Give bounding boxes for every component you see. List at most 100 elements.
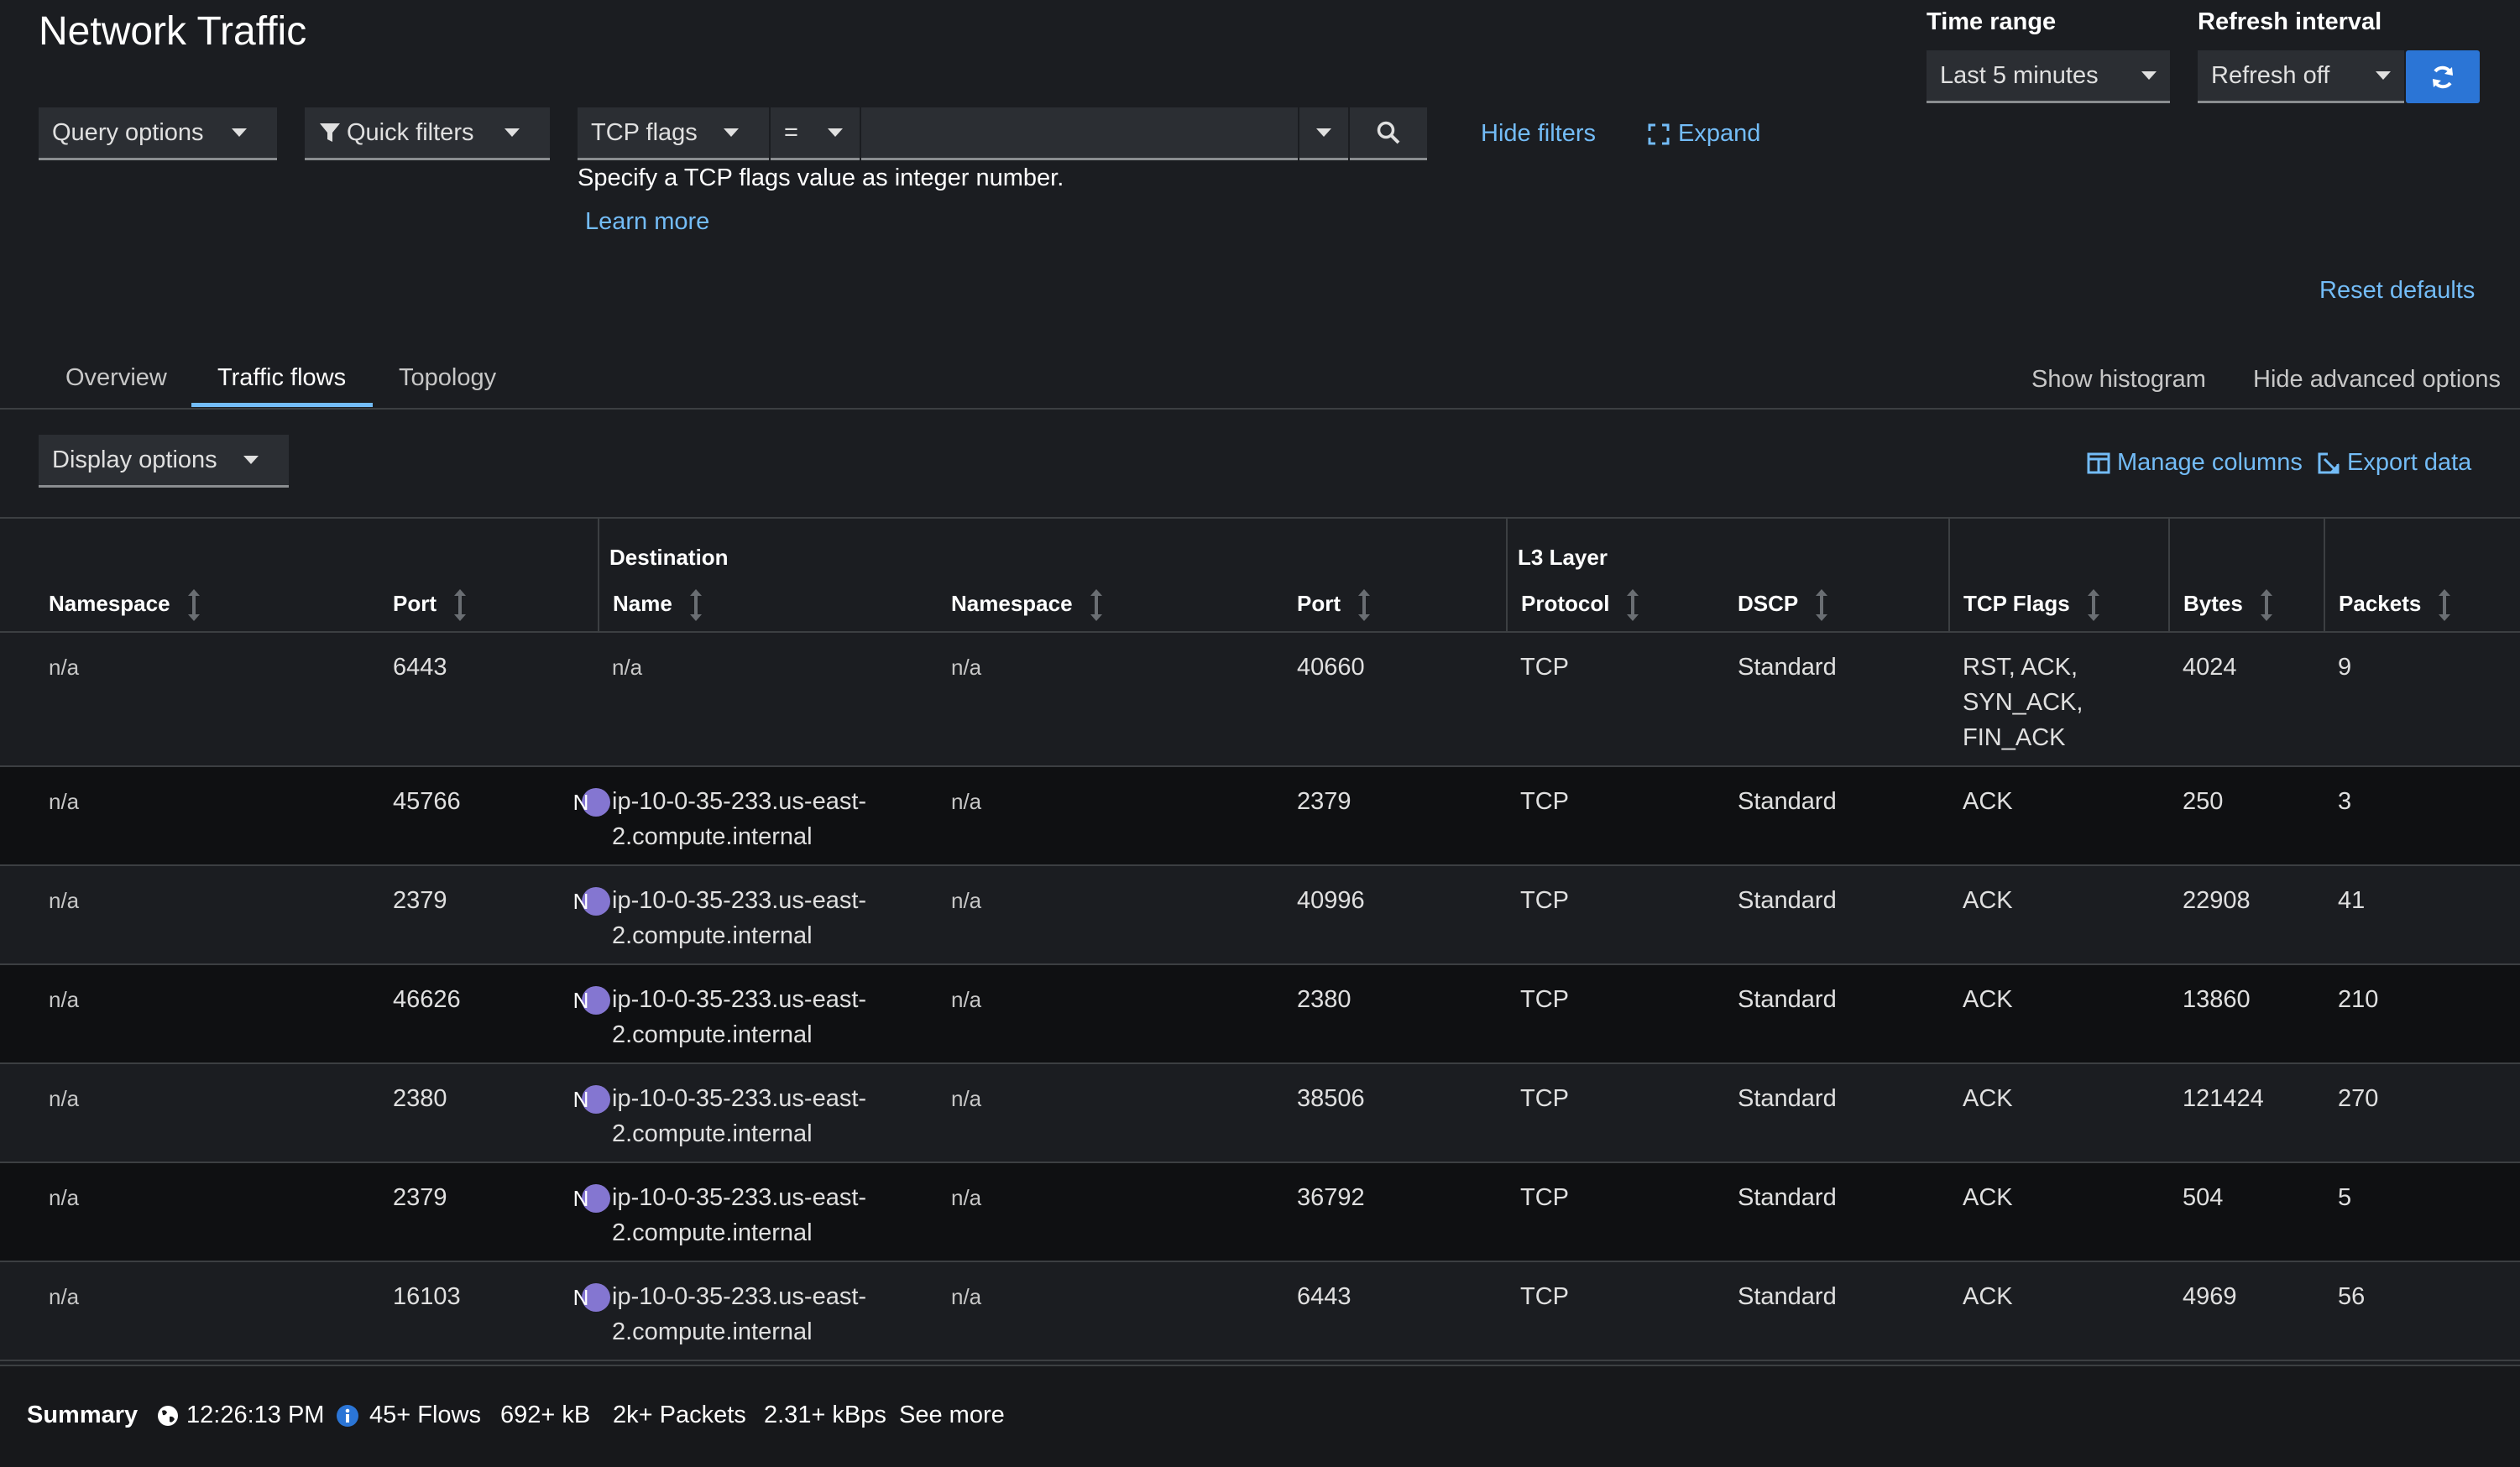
source-namespace-cell: n/a <box>0 964 383 1064</box>
quick-filters-dropdown[interactable]: Quick filters <box>305 107 550 160</box>
destination-namespace-cell: n/a <box>941 964 1287 1064</box>
chevron-down-icon <box>505 128 520 137</box>
destination-port-cell: 2379 <box>1287 766 1507 866</box>
packets-cell: 9 <box>2324 632 2520 767</box>
hide-filters-link[interactable]: Hide filters <box>1481 120 1596 148</box>
table-row[interactable]: n/a 2379 Nip-10-0-35-233.us-east-2.compute… <box>0 1162 2520 1262</box>
table-row[interactable]: n/a 2379 Nip-10-0-35-233.us-east-2.compute… <box>0 865 2520 965</box>
sort-icon[interactable] <box>2260 588 2272 621</box>
sort-icon[interactable] <box>187 588 200 621</box>
filter-value-input[interactable] <box>861 107 1298 160</box>
column-header[interactable]: Port <box>1287 576 1507 633</box>
column-header[interactable]: Namespace <box>941 576 1287 633</box>
refresh-interval-label: Refresh interval <box>2198 8 2382 35</box>
chevron-down-icon <box>2141 71 2157 80</box>
table-row[interactable]: n/a 6443 n/a n/a 40660 TCP Standard RST, ACK, S… <box>0 632 2520 767</box>
destination-name-cell: n/a <box>599 632 941 767</box>
tcp-flags-cell: ACK <box>1949 865 2170 965</box>
destination-namespace-cell: n/a <box>941 632 1287 767</box>
node-name-link[interactable]: ip-10-0-35-233.us-east-2.compute.interna… <box>612 1184 866 1246</box>
node-name-link[interactable]: ip-10-0-35-233.us-east-2.compute.interna… <box>612 1283 866 1345</box>
node-badge-icon: N <box>573 1085 610 1115</box>
packets-cell: 270 <box>2324 1063 2520 1163</box>
dscp-cell: Standard <box>1728 632 1950 767</box>
bytes-cell: 4969 <box>2169 1261 2325 1361</box>
export-data-button[interactable]: Export data <box>2317 449 2471 477</box>
traffic-flows-table: Destination L3 Layer Namespace Port Name… <box>0 517 2520 1361</box>
table-row[interactable]: n/a 2380 Nip-10-0-35-233.us-east-2.compute… <box>0 1063 2520 1163</box>
chevron-down-icon <box>724 128 739 137</box>
packets-cell: 41 <box>2324 865 2520 965</box>
filter-operator-select[interactable]: = <box>771 107 860 160</box>
column-header[interactable]: TCP Flags <box>1948 576 2170 633</box>
filter-icon <box>320 123 340 142</box>
summary-size: 692+ kB <box>500 1402 591 1428</box>
column-header[interactable]: Protocol <box>1506 576 1728 633</box>
protocol-cell: TCP <box>1507 1162 1728 1262</box>
display-options-dropdown[interactable]: Display options <box>39 435 289 488</box>
reset-defaults-link[interactable]: Reset defaults <box>2319 277 2475 305</box>
node-name-link[interactable]: ip-10-0-35-233.us-east-2.compute.interna… <box>612 986 866 1048</box>
refresh-button[interactable] <box>2406 50 2480 103</box>
tcp-flags-cell: ACK <box>1949 1261 2170 1361</box>
source-namespace-cell: n/a <box>0 1261 383 1361</box>
node-name-link[interactable]: ip-10-0-35-233.us-east-2.compute.interna… <box>612 887 866 949</box>
column-header[interactable]: Port <box>383 576 599 633</box>
sort-icon[interactable] <box>1358 588 1370 621</box>
destination-name-cell: Nip-10-0-35-233.us-east-2.compute.intern… <box>573 1063 941 1163</box>
destination-namespace-cell: n/a <box>941 766 1287 866</box>
chevron-down-icon <box>828 128 843 137</box>
tab-traffic-flows[interactable]: Traffic flows <box>217 364 346 392</box>
tcp-flags-cell: ACK <box>1949 964 2170 1064</box>
packets-cell: 210 <box>2324 964 2520 1064</box>
show-histogram-link[interactable]: Show histogram <box>2031 366 2206 394</box>
column-header[interactable]: Bytes <box>2168 576 2325 633</box>
search-button[interactable] <box>1350 107 1427 160</box>
filter-value-toggle[interactable] <box>1299 107 1348 160</box>
expand-button[interactable]: Expand <box>1648 120 1760 148</box>
destination-port-cell: 38506 <box>1287 1063 1507 1163</box>
time-range-select[interactable]: Last 5 minutes <box>1927 50 2170 103</box>
bytes-cell: 250 <box>2169 766 2325 866</box>
node-name-link[interactable]: ip-10-0-35-233.us-east-2.compute.interna… <box>612 788 866 850</box>
manage-columns-button[interactable]: Manage columns <box>2087 449 2303 477</box>
tab-overview[interactable]: Overview <box>65 364 167 392</box>
sort-icon[interactable] <box>2439 588 2451 621</box>
info-icon <box>337 1404 358 1427</box>
node-name-link[interactable]: ip-10-0-35-233.us-east-2.compute.interna… <box>612 1085 866 1147</box>
destination-port-cell: 2380 <box>1287 964 1507 1064</box>
query-options-dropdown[interactable]: Query options <box>39 107 277 160</box>
table-row[interactable]: n/a 46626 Nip-10-0-35-233.us-east-2.comput… <box>0 964 2520 1064</box>
sort-icon[interactable] <box>1627 588 1639 621</box>
packets-cell: 56 <box>2324 1261 2520 1361</box>
sort-icon[interactable] <box>2087 588 2099 621</box>
column-header[interactable]: DSCP <box>1728 576 1950 633</box>
table-row[interactable]: n/a 45766 Nip-10-0-35-233.us-east-2.comput… <box>0 766 2520 866</box>
hide-advanced-options-link[interactable]: Hide advanced options <box>2253 366 2501 394</box>
column-header[interactable]: Packets <box>2324 576 2520 633</box>
tcp-flags-cell: RST, ACK, SYN_ACK, FIN_ACK <box>1949 632 2170 767</box>
destination-port-cell: 40996 <box>1287 865 1507 965</box>
protocol-cell: TCP <box>1507 632 1728 767</box>
summary-packets: 2k+ Packets <box>613 1402 746 1428</box>
destination-name-cell: Nip-10-0-35-233.us-east-2.compute.intern… <box>573 865 941 965</box>
refresh-interval-select[interactable]: Refresh off <box>2198 50 2404 103</box>
sort-icon[interactable] <box>1816 588 1828 621</box>
sort-icon[interactable] <box>454 588 466 621</box>
packets-cell: 5 <box>2324 1162 2520 1262</box>
table-row[interactable]: n/a 16103 Nip-10-0-35-233.us-east-2.comput… <box>0 1261 2520 1361</box>
node-badge-icon: N <box>573 788 610 817</box>
sort-icon[interactable] <box>689 588 702 621</box>
sort-icon[interactable] <box>1090 588 1102 621</box>
see-more-link[interactable]: See more <box>899 1402 1005 1429</box>
filter-field-select[interactable]: TCP flags <box>578 107 769 160</box>
column-header[interactable]: Name <box>598 576 941 633</box>
column-header[interactable]: Namespace <box>0 576 383 633</box>
tcp-flags-cell: ACK <box>1949 766 2170 866</box>
source-port-cell: 2379 <box>383 865 599 965</box>
learn-more-link[interactable]: Learn more <box>585 208 709 236</box>
tab-topology[interactable]: Topology <box>399 364 496 392</box>
refresh-icon <box>2433 65 2453 88</box>
active-tab-indicator <box>191 403 373 407</box>
source-namespace-cell: n/a <box>0 865 383 965</box>
